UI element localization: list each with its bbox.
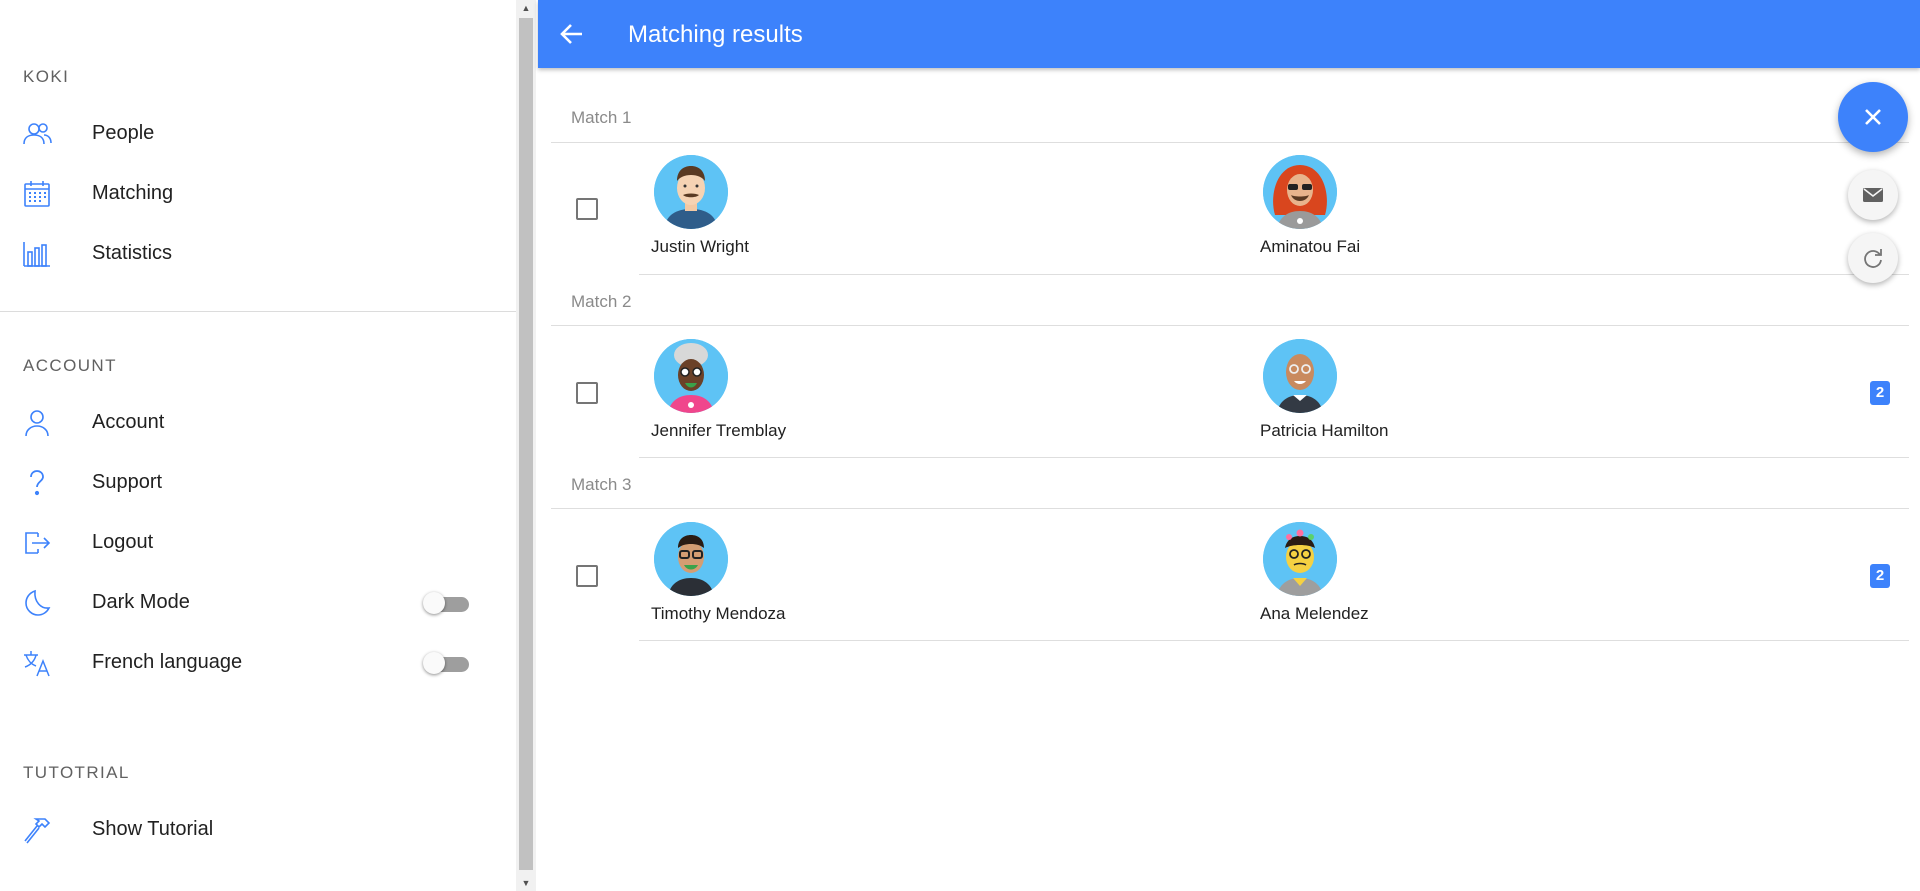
person-name: Timothy Mendoza — [651, 604, 786, 623]
mail-fab-button[interactable] — [1848, 170, 1898, 220]
sidebar-item-support[interactable]: Support — [0, 455, 516, 511]
bar-chart-icon — [22, 240, 52, 268]
avatar — [654, 522, 728, 596]
match-count-badge: 2 — [1870, 564, 1890, 588]
refresh-fab-button[interactable] — [1848, 233, 1898, 283]
match-row: Jennifer Tremblay Patricia Hamilton 2 — [551, 326, 1909, 460]
app-bar: Matching results — [538, 0, 1920, 68]
person-name: Jennifer Tremblay — [651, 421, 787, 440]
translate-icon — [22, 649, 52, 677]
match-count-badge: 2 — [1870, 381, 1890, 405]
mail-icon — [1863, 188, 1883, 202]
dark-mode-toggle[interactable] — [423, 592, 469, 614]
sidebar-item-statistics[interactable]: Statistics — [0, 226, 516, 282]
match-row: Justin Wright Aminatou Fai — [551, 143, 1909, 277]
sidebar: KOKI People Matching Statistics ACCOUNT … — [0, 0, 516, 891]
person-icon — [22, 409, 52, 437]
question-icon — [22, 469, 52, 497]
sidebar-item-logout[interactable]: Logout — [0, 515, 516, 571]
sidebar-scrollbar[interactable]: ▲ ▼ — [516, 0, 536, 891]
french-language-toggle[interactable] — [423, 652, 469, 674]
match-label: Match 1 — [571, 108, 632, 127]
person-name: Aminatou Fai — [1260, 237, 1361, 256]
page-title: Matching results — [628, 21, 803, 48]
scrollbar-thumb[interactable] — [519, 18, 533, 870]
sidebar-item-label: Show Tutorial — [92, 818, 214, 840]
person-name: Ana Melendez — [1260, 604, 1369, 623]
match-checkbox[interactable] — [576, 382, 598, 404]
moon-icon — [22, 589, 52, 617]
match-person-right[interactable]: Ana Melendez — [1260, 522, 1520, 632]
match-person-left[interactable]: Justin Wright — [651, 155, 911, 265]
match-checkbox[interactable] — [576, 198, 598, 220]
person-name: Patricia Hamilton — [1260, 421, 1389, 440]
sidebar-item-label: Matching — [92, 182, 174, 204]
close-fab-button[interactable] — [1838, 82, 1908, 152]
sidebar-item-label: Dark Mode — [92, 591, 190, 613]
avatar — [654, 155, 728, 229]
match-person-right[interactable]: Aminatou Fai — [1260, 155, 1520, 265]
sidebar-item-dark-mode: Dark Mode — [0, 575, 516, 631]
sidebar-item-label: French language — [92, 651, 243, 673]
section-header-tutorial: TUTOTRIAL — [23, 763, 130, 782]
sidebar-item-show-tutorial[interactable]: Show Tutorial — [0, 802, 516, 858]
section-header-koki: KOKI — [23, 67, 70, 86]
match-divider — [639, 457, 1909, 458]
avatar — [1263, 522, 1337, 596]
close-icon — [1865, 109, 1881, 125]
match-label: Match 2 — [571, 292, 632, 311]
back-arrow-icon[interactable] — [558, 20, 586, 48]
section-header-account: ACCOUNT — [23, 356, 117, 375]
match-person-left[interactable]: Timothy Mendoza — [651, 522, 911, 632]
sidebar-item-label: Support — [92, 471, 163, 493]
match-person-right[interactable]: Patricia Hamilton — [1260, 339, 1520, 449]
sidebar-item-people[interactable]: People — [0, 106, 516, 162]
match-person-left[interactable]: Jennifer Tremblay — [651, 339, 911, 449]
avatar — [654, 339, 728, 413]
match-checkbox[interactable] — [576, 565, 598, 587]
sidebar-item-french-language: French language — [0, 635, 516, 691]
match-label: Match 3 — [571, 475, 632, 494]
sidebar-item-label: People — [92, 122, 155, 144]
calendar-icon — [22, 180, 52, 208]
sidebar-item-label: Account — [92, 411, 165, 433]
sidebar-divider — [0, 311, 516, 312]
refresh-icon — [1864, 249, 1882, 268]
scroll-up-arrow-icon[interactable]: ▲ — [516, 0, 536, 16]
scroll-down-arrow-icon[interactable]: ▼ — [516, 875, 536, 891]
sidebar-item-account[interactable]: Account — [0, 395, 516, 451]
sidebar-item-label: Logout — [92, 531, 154, 553]
people-icon — [22, 120, 52, 148]
hammer-icon — [22, 816, 52, 844]
sidebar-item-matching[interactable]: Matching — [0, 166, 516, 222]
match-divider — [639, 274, 1909, 275]
avatar — [1263, 339, 1337, 413]
logout-icon — [22, 529, 52, 557]
avatar — [1263, 155, 1337, 229]
match-row: Timothy Mendoza Ana Melendez 2 — [551, 509, 1909, 643]
sidebar-item-label: Statistics — [92, 242, 173, 264]
match-divider — [639, 640, 1909, 641]
person-name: Justin Wright — [651, 237, 749, 256]
